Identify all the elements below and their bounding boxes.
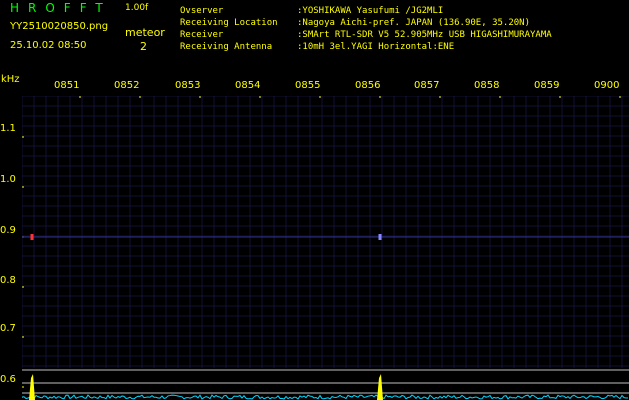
location-key: Receiving Location [180, 18, 278, 28]
meteor-peak [29, 374, 35, 400]
meteor-count: 2 [140, 40, 147, 53]
meteor-echo [378, 234, 382, 240]
meteor-peak [377, 374, 383, 400]
grid-lines [22, 96, 629, 368]
x-tick-0854: 0854 [235, 80, 261, 91]
spectrum-trace [22, 394, 629, 400]
observer-value: :YOSHIKAWA Yasufumi /JG2MLI [297, 6, 444, 16]
x-tick-0858: 0858 [474, 80, 500, 91]
y-tick-0-6: 0.6 [0, 374, 16, 385]
y-tick-1-0: 1.0 [0, 174, 16, 185]
x-tick-0852: 0852 [114, 80, 140, 91]
x-tick-0900: 0900 [594, 80, 620, 91]
y-tick-0-8: 0.8 [0, 275, 16, 286]
antenna-key: Receiving Antenna [180, 42, 273, 52]
y-tick-0-9: 0.9 [0, 225, 16, 236]
app-version: 1.00f [125, 3, 149, 13]
y-tick-0-7: 0.7 [0, 323, 16, 334]
x-tick-0853: 0853 [175, 80, 201, 91]
x-tick-0855: 0855 [295, 80, 321, 91]
antenna-value: :10mH 3el.YAGI Horizontal:ENE [297, 42, 455, 52]
meteor-echo [30, 234, 34, 240]
receiver-key: Receiver [180, 30, 224, 40]
spectrogram [22, 96, 629, 400]
timestamp: 25.10.02 08:50 [10, 40, 87, 51]
meteor-label: meteor [125, 26, 165, 39]
x-tick-0856: 0856 [355, 80, 381, 91]
receiver-value: :SMArt RTL-SDR V5 52.905MHz USB HIGASHIM… [297, 30, 552, 40]
x-tick-0851: 0851 [54, 80, 80, 91]
x-tick-0857: 0857 [414, 80, 440, 91]
observer-key: Ovserver [180, 6, 224, 16]
file-name: YY2510020850.png [10, 21, 109, 32]
tick-marks [22, 96, 621, 388]
y-axis-unit: kHz [1, 74, 20, 85]
x-tick-0859: 0859 [534, 80, 560, 91]
location-value: :Nagoya Aichi-pref. JAPAN (136.90E, 35.2… [297, 18, 530, 28]
app-title: HROFFT [10, 1, 112, 15]
y-tick-1-1: 1.1 [0, 123, 16, 134]
